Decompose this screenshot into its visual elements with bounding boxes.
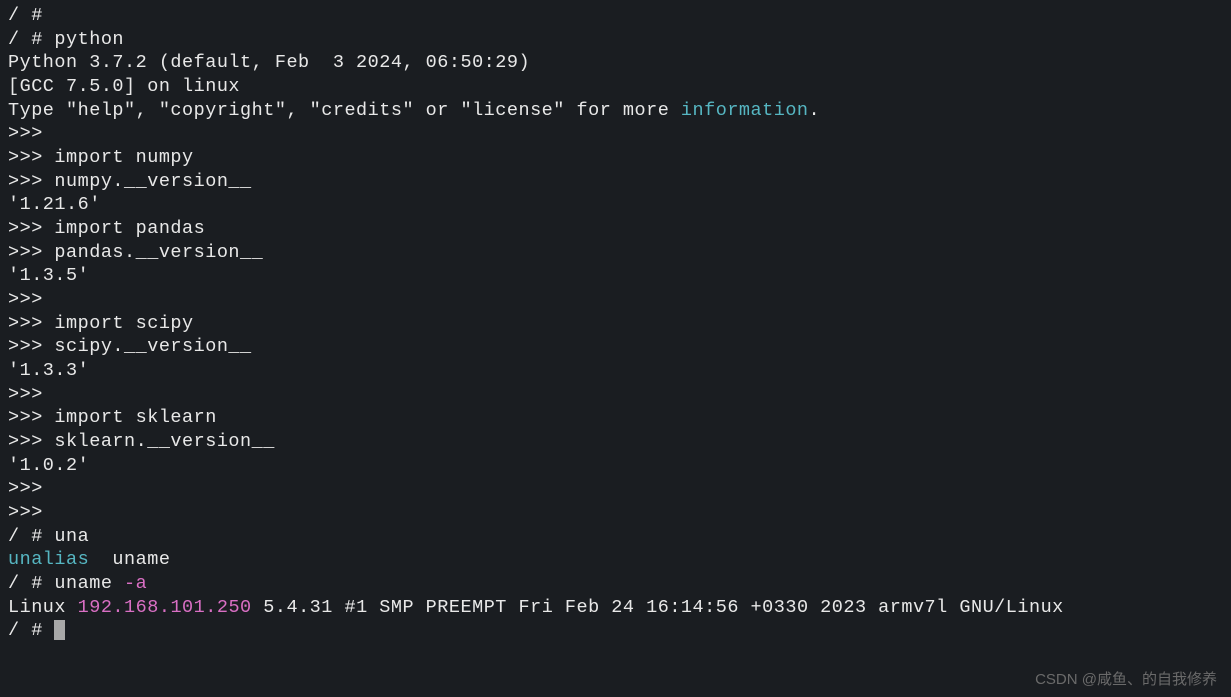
terminal-line: '1.3.5' [8, 264, 1223, 288]
terminal-text-segment: / # [8, 5, 43, 26]
terminal-line: >>> scipy.__version__ [8, 335, 1223, 359]
terminal-text-segment: >>> import numpy [8, 147, 194, 168]
terminal-text-segment: >>> scipy.__version__ [8, 336, 252, 357]
terminal-text-segment: [GCC 7.5.0] on linux [8, 76, 240, 97]
terminal-text-segment: >>> sklearn.__version__ [8, 431, 275, 452]
terminal-text-segment: / # una [8, 526, 89, 547]
terminal-line: / # [8, 4, 1223, 28]
terminal-line: Type "help", "copyright", "credits" or "… [8, 99, 1223, 123]
cursor-icon [54, 620, 65, 640]
terminal-line: / # python [8, 28, 1223, 52]
terminal-text-segment: >>> [8, 384, 43, 405]
terminal-line: [GCC 7.5.0] on linux [8, 75, 1223, 99]
terminal-text-segment: Linux [8, 597, 78, 618]
terminal-line: / # una [8, 525, 1223, 549]
watermark-text: CSDN @咸鱼、的自我修养 [1035, 670, 1217, 689]
terminal-text-segment: >>> pandas.__version__ [8, 242, 263, 263]
terminal-line: >>> pandas.__version__ [8, 241, 1223, 265]
terminal-text-segment: / # python [8, 29, 124, 50]
terminal-text-segment: >>> import sklearn [8, 407, 217, 428]
terminal-text-segment: '1.21.6' [8, 194, 101, 215]
terminal-line: '1.0.2' [8, 454, 1223, 478]
terminal-text-segment: unalias [8, 549, 89, 570]
terminal-line: / # uname -a [8, 572, 1223, 596]
terminal-line: >>> [8, 383, 1223, 407]
terminal-line: >>> [8, 122, 1223, 146]
terminal-line: >>> sklearn.__version__ [8, 430, 1223, 454]
terminal-output[interactable]: / # / # pythonPython 3.7.2 (default, Feb … [8, 4, 1223, 643]
terminal-text-segment: uname [89, 549, 170, 570]
terminal-line: >>> [8, 477, 1223, 501]
terminal-text-segment: / # uname [8, 573, 124, 594]
terminal-line: Python 3.7.2 (default, Feb 3 2024, 06:50… [8, 51, 1223, 75]
terminal-text-segment: >>> [8, 123, 43, 144]
terminal-text-segment: Python 3.7.2 (default, Feb 3 2024, 06:50… [8, 52, 530, 73]
terminal-text-segment: >>> [8, 502, 43, 523]
terminal-line: '1.21.6' [8, 193, 1223, 217]
terminal-text-segment: >>> import scipy [8, 313, 194, 334]
terminal-line: >>> import sklearn [8, 406, 1223, 430]
terminal-line: >>> [8, 501, 1223, 525]
terminal-line: >>> import numpy [8, 146, 1223, 170]
terminal-text-segment: '1.3.5' [8, 265, 89, 286]
terminal-text-segment: information [681, 100, 809, 121]
terminal-text-segment: >>> [8, 289, 43, 310]
terminal-text-segment: 5.4.31 #1 SMP PREEMPT Fri Feb 24 16:14:5… [252, 597, 1064, 618]
terminal-text-segment: 192.168.101.250 [78, 597, 252, 618]
terminal-line: >>> numpy.__version__ [8, 170, 1223, 194]
terminal-text-segment: '1.0.2' [8, 455, 89, 476]
terminal-text-segment: -a [124, 573, 147, 594]
terminal-text-segment: . [809, 100, 821, 121]
terminal-line: >>> [8, 288, 1223, 312]
terminal-text-segment: / # [8, 620, 54, 641]
terminal-line: / # [8, 619, 1223, 643]
terminal-line: unalias uname [8, 548, 1223, 572]
terminal-text-segment: >>> numpy.__version__ [8, 171, 252, 192]
terminal-line: '1.3.3' [8, 359, 1223, 383]
terminal-text-segment: >>> import pandas [8, 218, 205, 239]
terminal-line: >>> import scipy [8, 312, 1223, 336]
terminal-text-segment: >>> [8, 478, 43, 499]
terminal-text-segment: '1.3.3' [8, 360, 89, 381]
terminal-line: Linux 192.168.101.250 5.4.31 #1 SMP PREE… [8, 596, 1223, 620]
terminal-text-segment: Type "help", "copyright", "credits" or "… [8, 100, 681, 121]
terminal-line: >>> import pandas [8, 217, 1223, 241]
